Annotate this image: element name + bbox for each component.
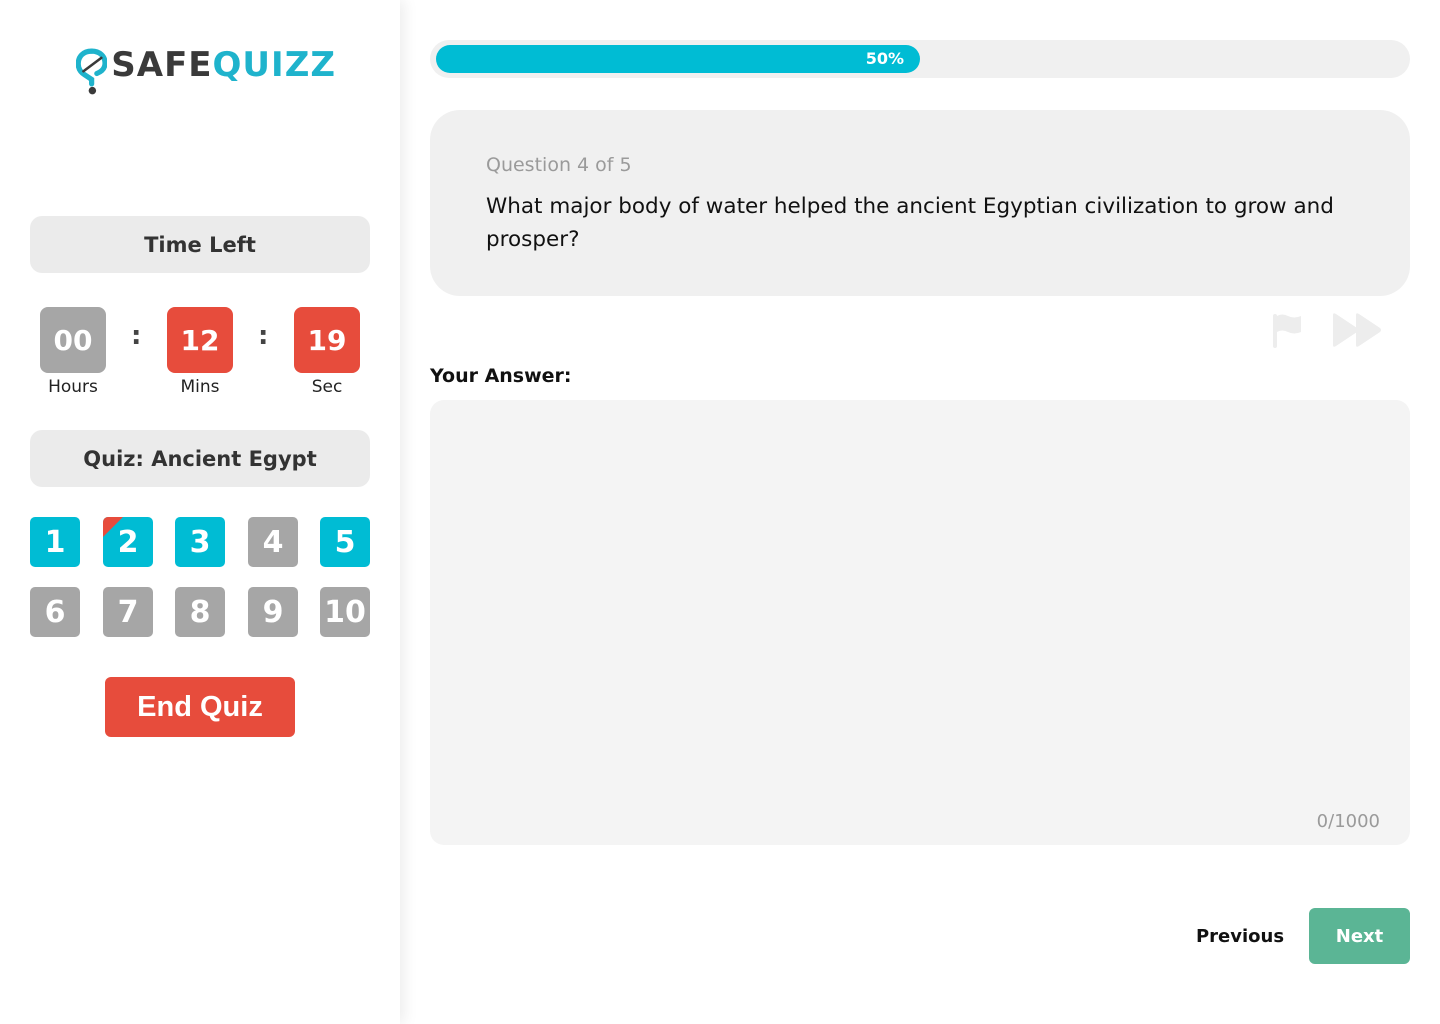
question-nav-number: 6 [44,594,66,630]
sidebar: SAFEQUIZZ Time Left 00 Hours : 12 Mins :… [0,0,400,1024]
question-nav-number: 3 [189,524,211,560]
timer-hours: 00 [40,307,106,373]
question-nav-button-5[interactable]: 5 [320,517,370,567]
question-navigator: 1 2 3 4 5 6 7 8 9 10 [30,517,370,637]
logo-text-quizz: QUIZZ [212,45,336,85]
question-nav-button-1[interactable]: 1 [30,517,80,567]
timer-separator: : [258,321,269,351]
timer-separator: : [131,321,142,351]
question-nav-number: 9 [262,594,284,630]
question-card: Question 4 of 5 What major body of water… [430,110,1410,296]
fast-forward-icon[interactable] [1330,311,1384,349]
answer-textarea[interactable] [430,400,1410,845]
timer-sec: 19 [294,307,360,373]
character-counter: 0/1000 [1316,811,1380,832]
question-nav-number: 5 [334,524,356,560]
question-nav-button-6[interactable]: 6 [30,587,80,637]
quiz-title: Quiz: Ancient Egypt [30,430,370,487]
flag-icon[interactable] [1268,310,1308,350]
question-nav-number: 4 [262,524,284,560]
end-quiz-button[interactable]: End Quiz [105,677,295,737]
logo-wordmark: SAFEQUIZZ [111,48,336,82]
timer-hours-label: Hours [48,377,98,397]
question-nav-number: 8 [189,594,211,630]
timer-mins: 12 [167,307,233,373]
question-nav-button-7[interactable]: 7 [103,587,153,637]
question-nav-number: 1 [44,524,66,560]
progress-bar: 50% [430,40,1410,78]
safequizz-logo: SAFEQUIZZ [76,40,336,104]
question-nav-button-2[interactable]: 2 [103,517,153,567]
question-nav-number: 7 [117,594,139,630]
question-nav-button-9[interactable]: 9 [248,587,298,637]
question-counter: Question 4 of 5 [486,154,632,176]
next-button[interactable]: Next [1309,908,1410,964]
question-nav-button-10[interactable]: 10 [320,587,370,637]
question-nav-button-3[interactable]: 3 [175,517,225,567]
logo-text-safe: SAFE [111,45,213,85]
question-nav-number: 2 [117,524,139,560]
timer-mins-label: Mins [180,377,220,397]
question-text: What major body of water helped the anci… [486,194,1334,252]
answer-label: Your Answer: [430,365,572,387]
previous-button[interactable]: Previous [1180,908,1300,964]
question-nav-button-8[interactable]: 8 [175,587,225,637]
question-mark-logo-icon [76,48,108,95]
countdown-timer: 00 Hours : 12 Mins : 19 Sec [40,307,360,402]
question-nav-button-4[interactable]: 4 [248,517,298,567]
question-nav-number: 10 [324,594,366,630]
progress-label: 50% [865,49,904,68]
timer-sec-label: Sec [311,377,343,397]
time-left-label: Time Left [30,216,370,273]
progress-fill: 50% [436,45,920,73]
